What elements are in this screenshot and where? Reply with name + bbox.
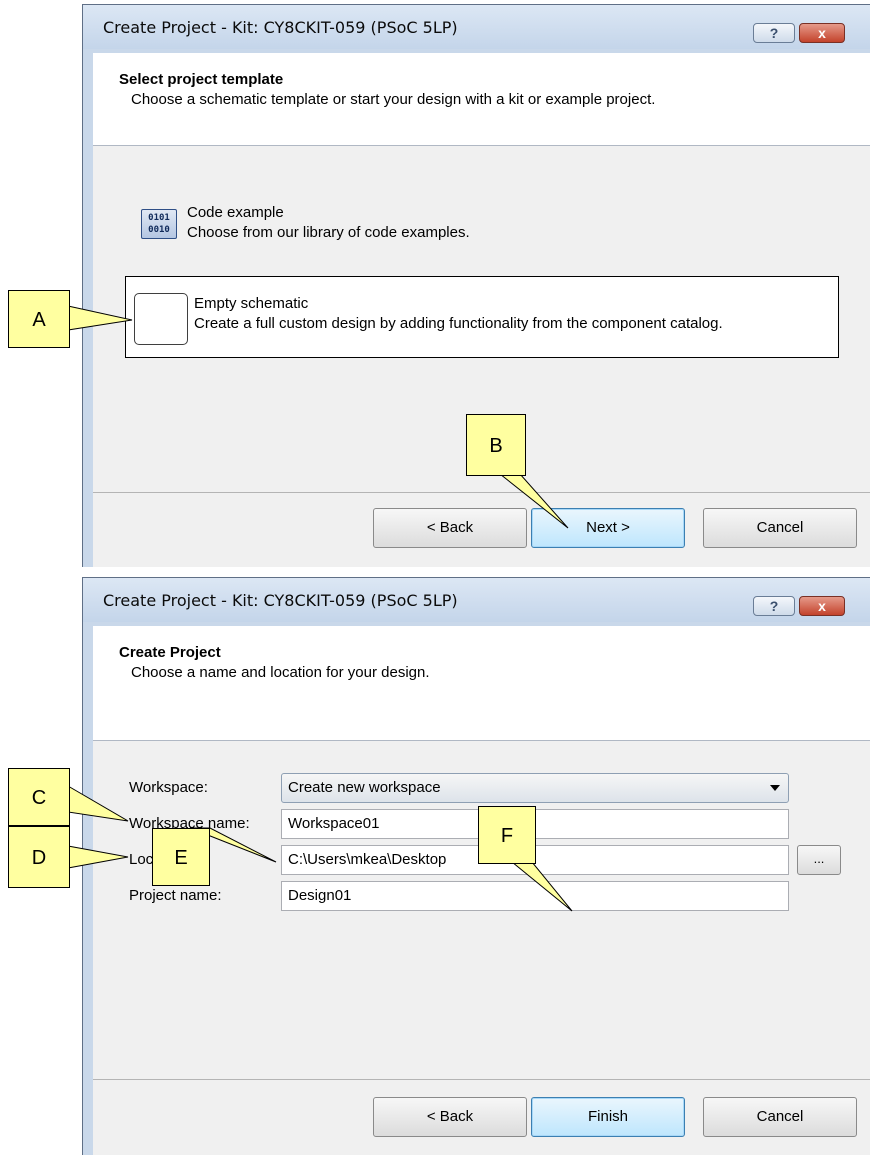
- dialog-title: Create Project - Kit: CY8CKIT-059 (PSoC …: [103, 591, 458, 610]
- title-bar: Create Project - Kit: CY8CKIT-059 (PSoC …: [83, 5, 870, 49]
- wizard-body: 0101 0010 Code example Choose from our l…: [93, 146, 870, 567]
- page-title: Select project template: [119, 71, 284, 88]
- option-title: Code example: [187, 204, 284, 221]
- close-button[interactable]: x: [799, 23, 845, 43]
- workspace-select-value: Create new workspace: [288, 779, 441, 796]
- page-subtitle: Choose a name and location for your desi…: [131, 664, 430, 681]
- option-subtitle: Create a full custom design by adding fu…: [194, 315, 723, 332]
- empty-schematic-icon: [134, 293, 188, 345]
- page-subtitle: Choose a schematic template or start you…: [131, 91, 656, 108]
- code-example-icon: 0101 0010: [137, 202, 183, 248]
- browse-button[interactable]: ...: [797, 845, 841, 875]
- page-title: Create Project: [119, 644, 221, 661]
- workspace-select[interactable]: Create new workspace: [281, 773, 789, 803]
- project-name-label: Project name:: [129, 887, 222, 904]
- callout-e: E: [152, 828, 210, 886]
- finish-button[interactable]: Finish: [531, 1097, 685, 1137]
- chevron-down-icon: [770, 785, 780, 791]
- title-bar: Create Project - Kit: CY8CKIT-059 (PSoC …: [83, 578, 870, 622]
- back-button[interactable]: < Back: [373, 1097, 527, 1137]
- option-code-example[interactable]: 0101 0010 Code example Choose from our l…: [129, 196, 769, 258]
- workspace-label: Workspace:: [129, 779, 208, 796]
- project-name-input[interactable]: Design01: [281, 881, 789, 911]
- option-subtitle: Choose from our library of code examples…: [187, 224, 470, 241]
- create-project-dialog-template: Create Project - Kit: CY8CKIT-059 (PSoC …: [82, 4, 870, 567]
- callout-f: F: [478, 806, 536, 864]
- close-button[interactable]: x: [799, 596, 845, 616]
- option-empty-schematic[interactable]: Empty schematic Create a full custom des…: [125, 276, 839, 358]
- wizard-header: Create Project Choose a name and locatio…: [93, 626, 870, 741]
- help-button[interactable]: ?: [753, 23, 795, 43]
- dialog-title: Create Project - Kit: CY8CKIT-059 (PSoC …: [103, 18, 458, 37]
- back-button[interactable]: < Back: [373, 508, 527, 548]
- callout-a: A: [8, 290, 70, 348]
- next-button[interactable]: Next >: [531, 508, 685, 548]
- wizard-header: Select project template Choose a schemat…: [93, 53, 870, 146]
- footer-divider: [93, 492, 870, 493]
- help-button[interactable]: ?: [753, 596, 795, 616]
- wizard-body: Workspace: Create new workspace Workspac…: [93, 741, 870, 1155]
- cancel-button[interactable]: Cancel: [703, 508, 857, 548]
- cancel-button[interactable]: Cancel: [703, 1097, 857, 1137]
- footer-divider: [93, 1079, 870, 1080]
- option-title: Empty schematic: [194, 295, 309, 312]
- callout-b: B: [466, 414, 526, 476]
- callout-c: C: [8, 768, 70, 826]
- callout-d: D: [8, 826, 70, 888]
